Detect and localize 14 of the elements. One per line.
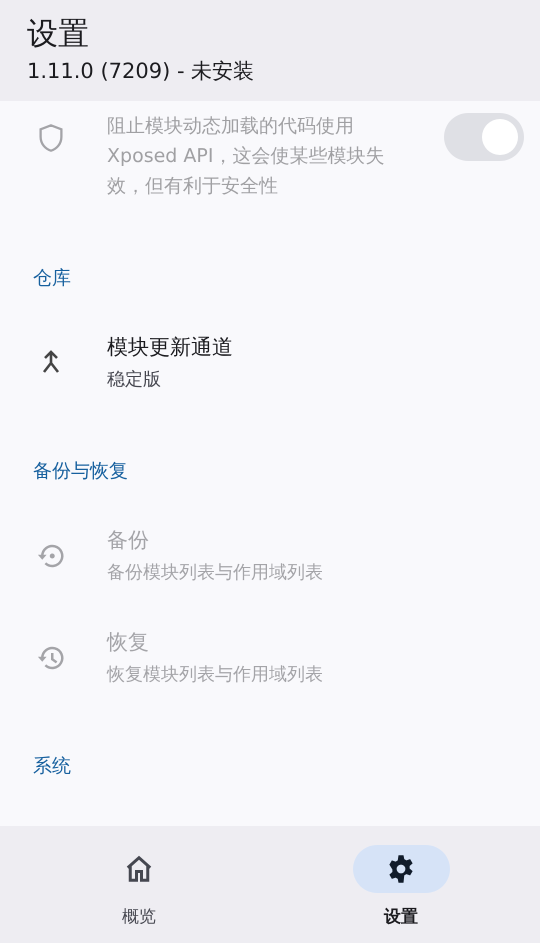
nav-tab[interactable]: 概览: [8, 826, 270, 943]
section-header: 系统: [32, 754, 72, 779]
setting-summary: 备份模块列表与作用域列表: [107, 561, 324, 585]
page-title: 设置: [27, 15, 90, 54]
home-icon: [124, 855, 154, 883]
section-header: 备份与恢复: [32, 459, 129, 484]
section-header: 仓库: [32, 266, 72, 291]
shield-icon: [36, 123, 64, 153]
setting-summary: 恢复模块列表与作用域列表: [107, 663, 324, 687]
nav-tab[interactable]: 设置: [270, 826, 532, 943]
version-status: 1.11.0 (7209) - 未安装: [27, 58, 256, 85]
setting-summary: 稳定版: [107, 368, 162, 392]
setting-title[interactable]: 模块更新通道: [107, 332, 540, 362]
setting-summary: 阻止模块动态加载的代码使用 Xposed API，这会使某些模块失效，但有利于安全性: [107, 114, 386, 199]
